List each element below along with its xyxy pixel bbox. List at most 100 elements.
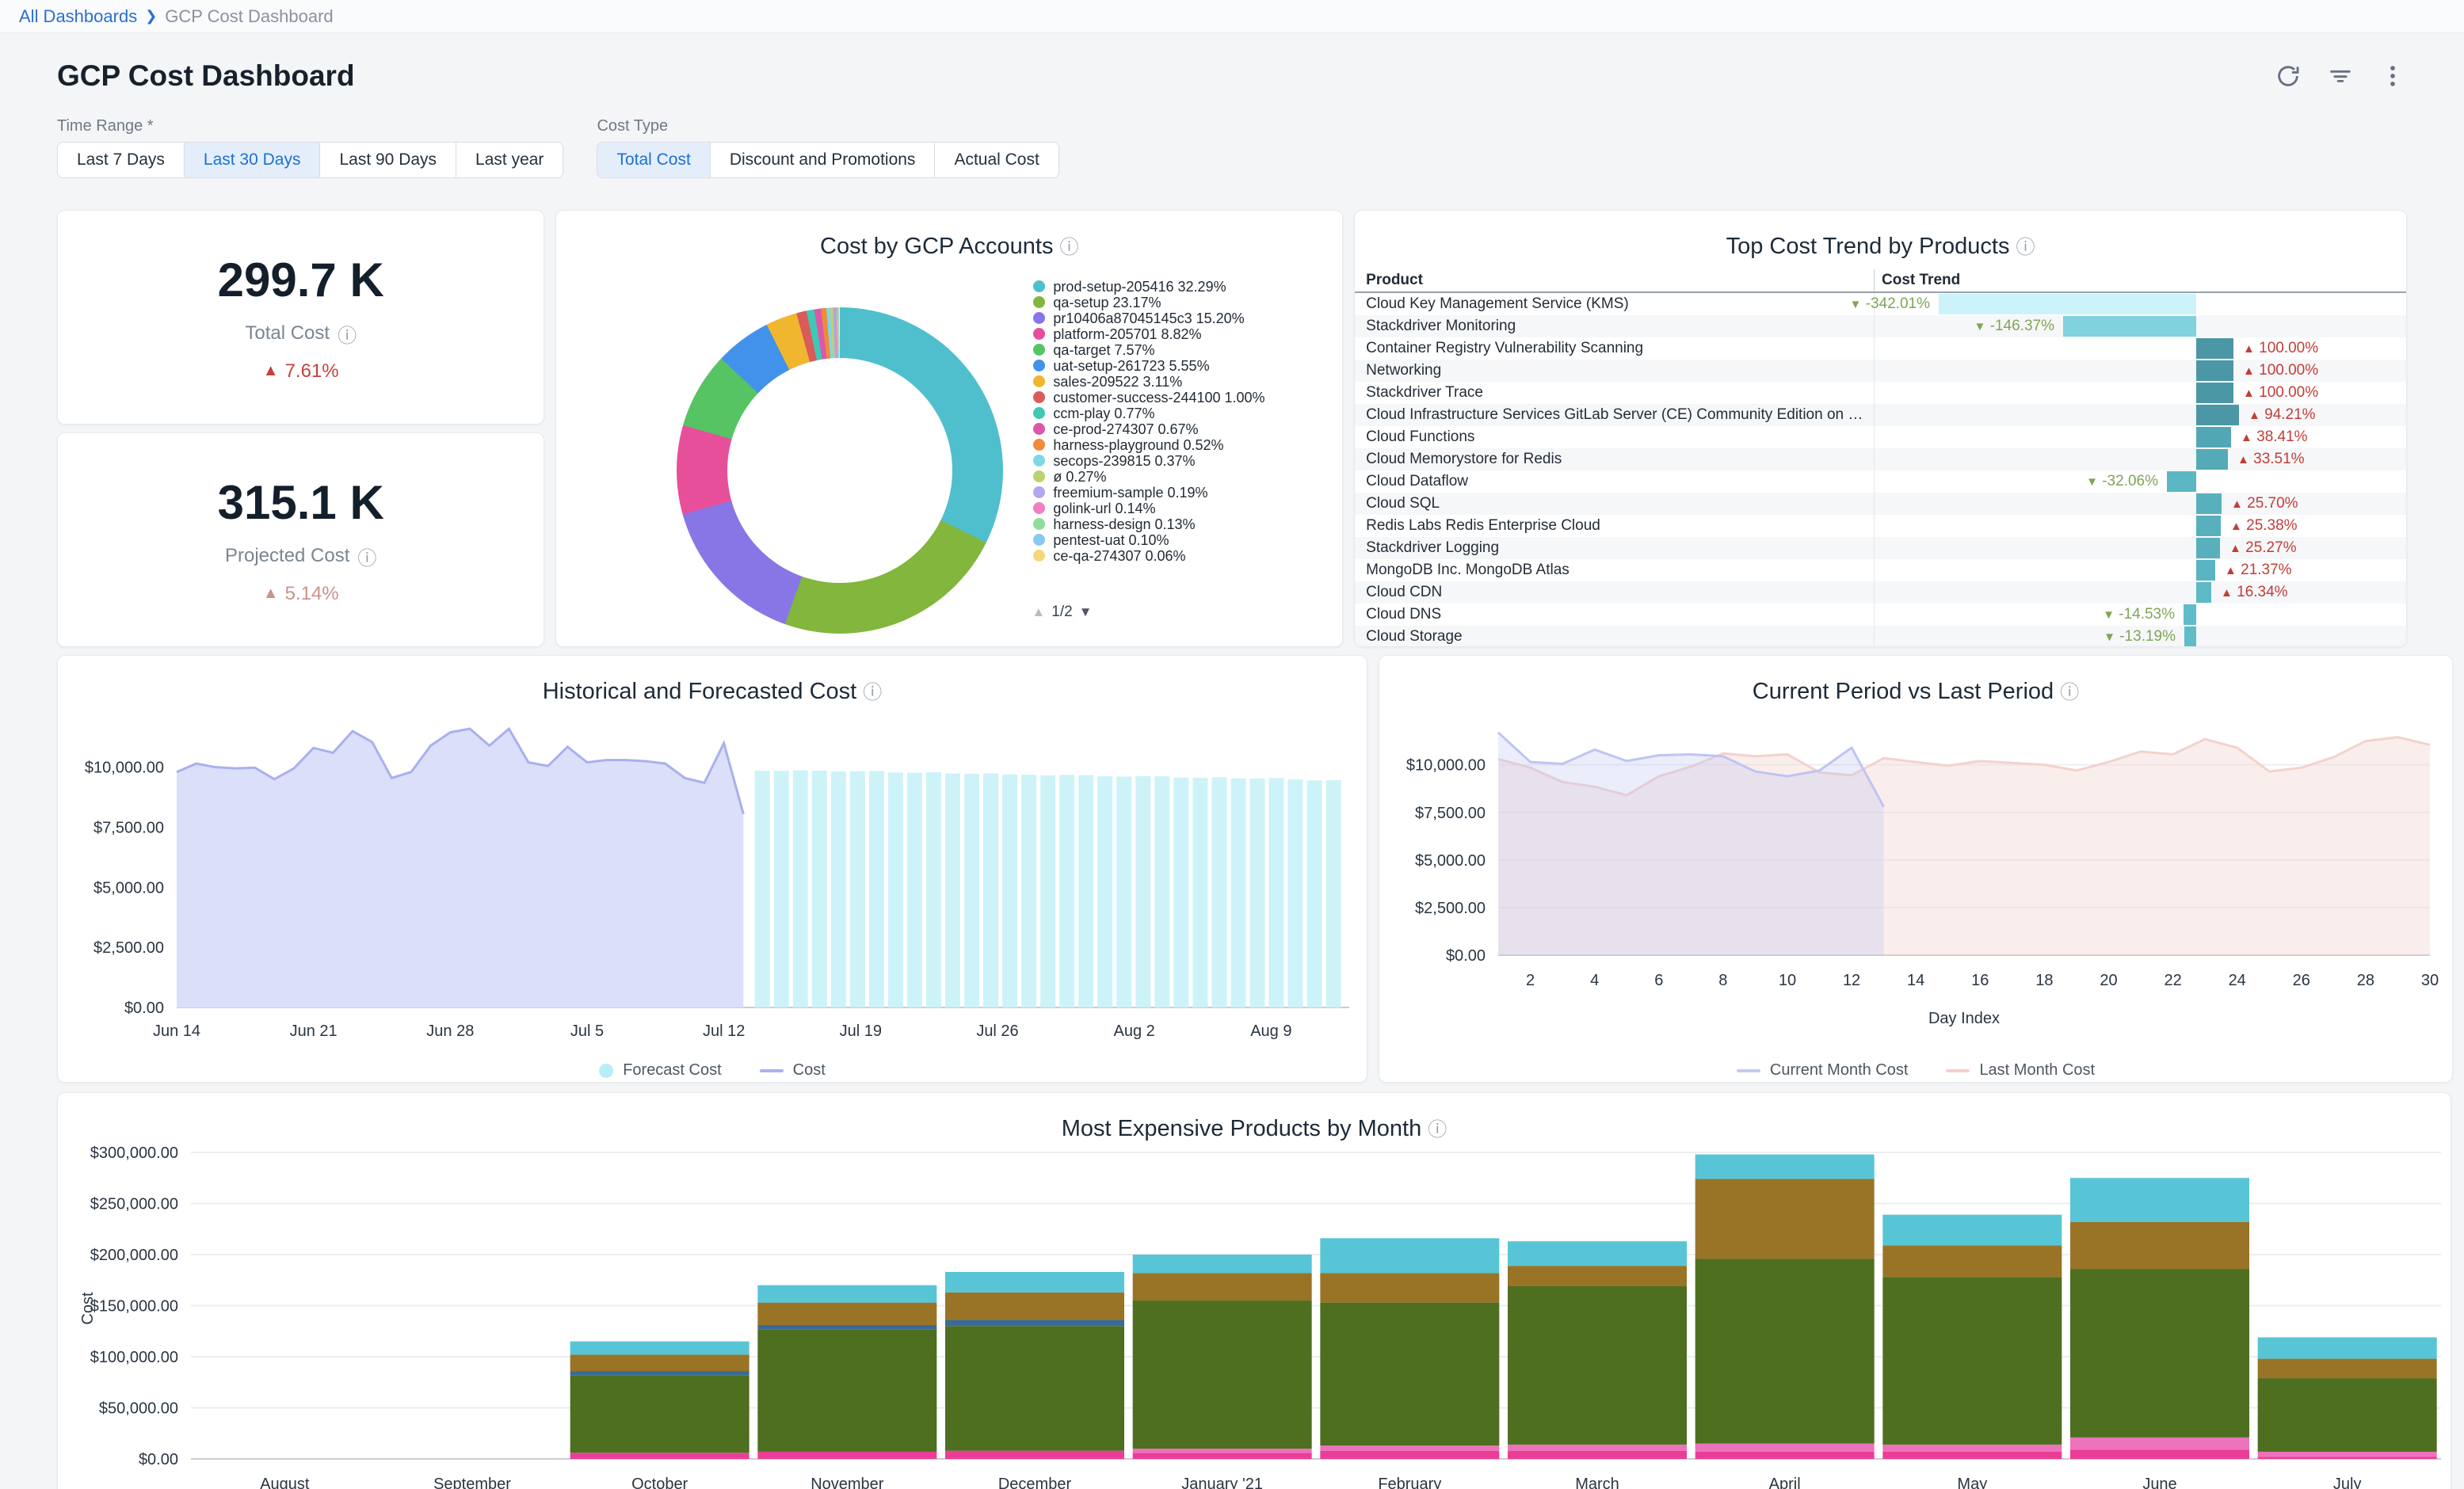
donut-legend-item[interactable]: secops-239815 0.37% (1033, 453, 1344, 469)
option-total-cost[interactable]: Total Cost (597, 143, 709, 177)
svg-text:$150,000.00: $150,000.00 (90, 1298, 178, 1316)
svg-text:20: 20 (2100, 972, 2117, 989)
refresh-button[interactable] (2274, 62, 2302, 90)
trend-bar (2196, 338, 2233, 359)
pager-up-icon[interactable]: ▲ (1032, 604, 1045, 620)
triangle-up-icon: ▲ (2241, 431, 2252, 444)
trend-value: 94.21% (2260, 406, 2316, 423)
product-cell: Cloud Storage (1355, 628, 1874, 645)
filter-button[interactable] (2326, 62, 2355, 90)
table-row[interactable]: Cloud Dataflow▼ -32.06% (1355, 470, 2406, 493)
donut-legend-item[interactable]: golink-url 0.14% (1033, 501, 1344, 516)
table-row[interactable]: MongoDB Inc. MongoDB Atlas▲ 21.37% (1355, 559, 2406, 581)
svg-text:April: April (1769, 1476, 1801, 1489)
product-cell: Cloud Infrastructure Services GitLab Ser… (1355, 406, 1874, 424)
legend-dot-icon (1033, 375, 1045, 387)
column-header-product[interactable]: Product (1355, 272, 1874, 289)
donut-legend-item[interactable]: customer-success-244100 1.00% (1033, 390, 1344, 406)
option-last-30-days[interactable]: Last 30 Days (184, 143, 320, 177)
legend-pager: ▲ 1/2 ▼ (1032, 604, 1092, 621)
donut-legend-item[interactable]: harness-playground 0.52% (1033, 437, 1344, 453)
donut-legend-item[interactable]: ccm-play 0.77% (1033, 406, 1344, 421)
table-row[interactable]: Cloud Infrastructure Services GitLab Ser… (1355, 404, 2406, 426)
svg-text:November: November (811, 1476, 884, 1489)
info-icon[interactable]: ⓘ (357, 543, 376, 570)
table-row[interactable]: Container Registry Vulnerability Scannin… (1355, 337, 2406, 360)
table-row[interactable]: Cloud DNS▼ -14.53% (1355, 604, 2406, 626)
info-icon[interactable]: ⓘ (863, 682, 882, 703)
table-row[interactable]: Cloud Storage▼ -13.19% (1355, 626, 2406, 647)
legend-dot-icon (1033, 296, 1045, 308)
trend-value: 38.41% (2252, 428, 2308, 445)
breadcrumb-link-all-dashboards[interactable]: All Dashboards (19, 6, 137, 27)
legend-forecast-cost[interactable]: Forecast Cost (599, 1061, 721, 1080)
trend-value: -13.19% (2115, 628, 2176, 645)
cost-trend-cell: ▲ 94.21% (1874, 404, 2406, 426)
table-row[interactable]: Cloud Key Management Service (KMS)▼ -342… (1355, 293, 2406, 315)
option-discount-and-promotions[interactable]: Discount and Promotions (710, 143, 935, 177)
product-cell: Cloud Memorystore for Redis (1355, 451, 1874, 468)
donut-legend-item[interactable]: prod-setup-205416 32.29% (1033, 279, 1344, 295)
historical-forecast-chart[interactable]: $0.00$2,500.00$5,000.00$7,500.00$10,000.… (58, 705, 1367, 1058)
svg-text:18: 18 (2035, 972, 2053, 989)
svg-text:$100,000.00: $100,000.00 (90, 1349, 178, 1366)
donut-legend-item[interactable]: ce-prod-274307 0.67% (1033, 421, 1344, 437)
legend-label: freemium-sample 0.19% (1053, 485, 1207, 501)
info-icon[interactable]: ⓘ (1060, 237, 1079, 258)
legend-label: pentest-uat 0.10% (1053, 532, 1169, 548)
table-row[interactable]: Cloud Functions▲ 38.41% (1355, 426, 2406, 448)
table-row[interactable]: Stackdriver Trace▲ 100.00% (1355, 382, 2406, 404)
trend-value: -342.01% (1861, 295, 1930, 312)
pager-down-icon[interactable]: ▼ (1079, 604, 1093, 620)
donut-legend-item[interactable]: harness-design 0.13% (1033, 516, 1344, 532)
table-row[interactable]: Cloud Memorystore for Redis▲ 33.51% (1355, 448, 2406, 470)
svg-text:February: February (1378, 1476, 1441, 1489)
option-actual-cost[interactable]: Actual Cost (934, 143, 1058, 177)
table-row[interactable]: Stackdriver Monitoring▼ -146.37% (1355, 315, 2406, 337)
more-options-button[interactable] (2378, 62, 2407, 90)
donut-legend-item[interactable]: qa-setup 23.17% (1033, 295, 1344, 310)
triangle-down-icon: ▼ (1850, 298, 1862, 311)
legend-label: platform-205701 8.82% (1053, 326, 1201, 342)
option-last-7-days[interactable]: Last 7 Days (58, 143, 184, 177)
legend-cost[interactable]: Cost (760, 1061, 826, 1080)
info-icon[interactable]: ⓘ (2060, 682, 2079, 703)
donut-legend-item[interactable]: pentest-uat 0.10% (1033, 532, 1344, 548)
gcp-accounts-donut-chart[interactable] (677, 307, 1003, 634)
donut-legend-item[interactable]: ø 0.27% (1033, 469, 1344, 485)
table-row[interactable]: Stackdriver Logging▲ 25.27% (1355, 537, 2406, 559)
info-icon[interactable]: ⓘ (1428, 1119, 1447, 1141)
legend-current-month[interactable]: Current Month Cost (1737, 1061, 1909, 1080)
trend-value: -32.06% (2098, 473, 2158, 489)
product-cell: MongoDB Inc. MongoDB Atlas (1355, 562, 1874, 579)
trend-value: -146.37% (1985, 318, 2054, 334)
donut-chart-title: Cost by GCP Accounts (820, 234, 1053, 259)
triangle-up-icon: ▲ (263, 585, 279, 603)
legend-dot-icon (1033, 550, 1045, 562)
donut-legend-item[interactable]: ce-qa-274307 0.06% (1033, 548, 1344, 564)
column-header-cost-trend[interactable]: Cost Trend (1874, 269, 2406, 291)
donut-legend-item[interactable]: platform-205701 8.82% (1033, 326, 1344, 342)
legend-last-month[interactable]: Last Month Cost (1946, 1061, 2095, 1080)
option-last-year[interactable]: Last year (456, 143, 563, 177)
svg-text:$300,000.00: $300,000.00 (90, 1144, 178, 1162)
monthly-products-chart[interactable]: $300,000.00$250,000.00$200,000.00$150,00… (58, 1142, 2451, 1489)
svg-text:Cost: Cost (79, 1292, 97, 1325)
trend-value: 100.00% (2255, 340, 2318, 356)
info-icon[interactable]: ⓘ (338, 320, 357, 348)
table-row[interactable]: Networking▲ 100.00% (1355, 360, 2406, 382)
table-row[interactable]: Redis Labs Redis Enterprise Cloud▲ 25.38… (1355, 515, 2406, 537)
period-compare-chart[interactable]: $0.00$2,500.00$5,000.00$7,500.00$10,000.… (1379, 705, 2452, 1058)
table-row[interactable]: Cloud SQL▲ 25.70% (1355, 493, 2406, 515)
info-icon[interactable]: ⓘ (2016, 237, 2035, 258)
total-cost-label: Total Cost (245, 322, 330, 345)
donut-legend-item[interactable]: freemium-sample 0.19% (1033, 485, 1344, 501)
donut-legend-item[interactable]: uat-setup-261723 5.55% (1033, 358, 1344, 374)
triangle-up-icon: ▲ (2243, 342, 2255, 356)
option-last-90-days[interactable]: Last 90 Days (319, 143, 456, 177)
donut-legend-item[interactable]: sales-209522 3.11% (1033, 374, 1344, 390)
donut-legend-item[interactable]: pr10406a87045145c3 15.20% (1033, 310, 1344, 326)
table-row[interactable]: Cloud CDN▲ 16.34% (1355, 581, 2406, 604)
donut-legend-item[interactable]: qa-target 7.57% (1033, 342, 1344, 358)
legend-dot-icon (1033, 502, 1045, 514)
